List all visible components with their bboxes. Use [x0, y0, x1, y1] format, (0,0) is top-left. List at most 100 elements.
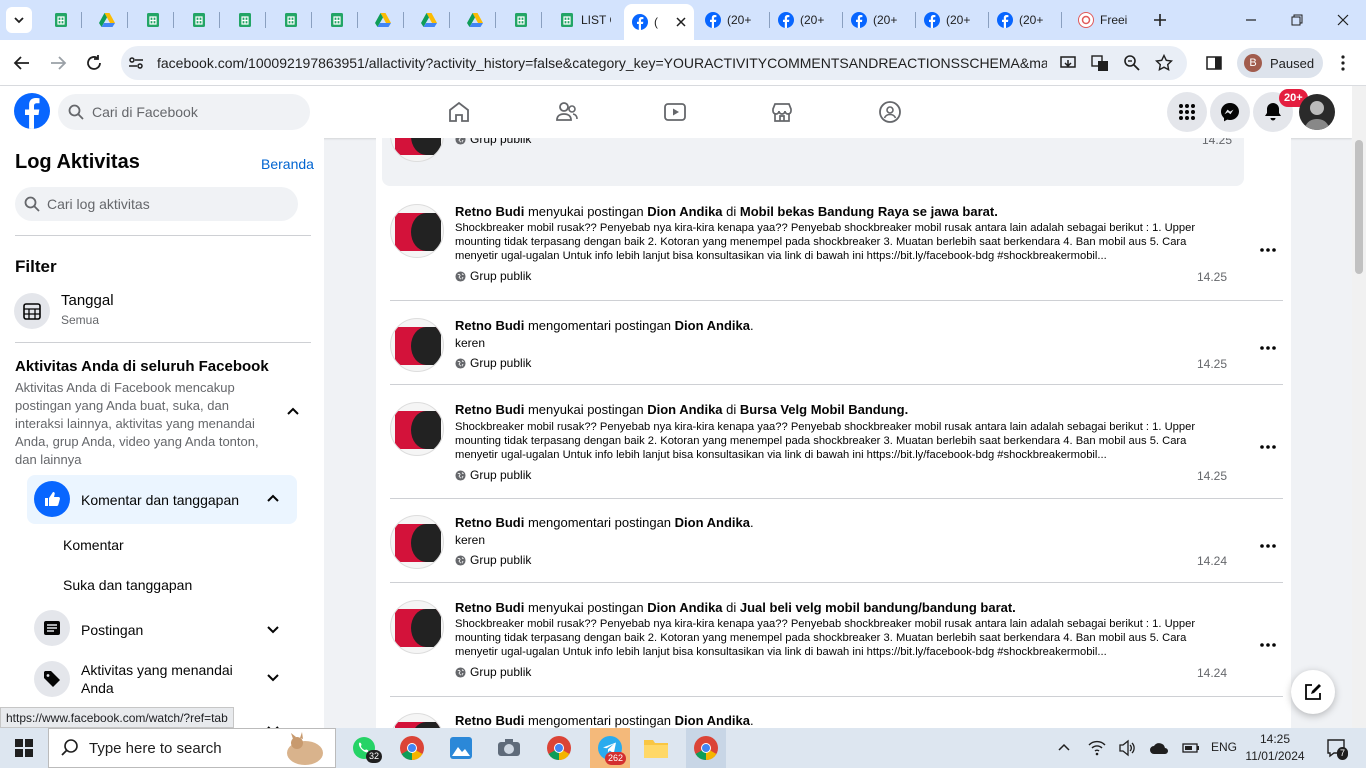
- activity-title-link[interactable]: Dion Andika: [647, 600, 722, 615]
- taskbar-whatsapp[interactable]: 32: [350, 734, 383, 763]
- post-thumbnail[interactable]: [390, 713, 444, 728]
- install-app-icon[interactable]: [1059, 54, 1077, 72]
- taskbar-camera[interactable]: [495, 734, 523, 762]
- taskbar-telegram[interactable]: 262: [590, 728, 630, 768]
- activity-item[interactable]: Retno Budi menyukai postingan Dion Andik…: [390, 583, 1283, 697]
- activity-item[interactable]: Retno Budi mengomentari postingan Dion A…: [390, 301, 1283, 385]
- browser-tab[interactable]: Freei: [1070, 6, 1136, 34]
- account-avatar[interactable]: [1299, 94, 1335, 130]
- browser-tab[interactable]: LIST C: [551, 6, 611, 34]
- browser-tab[interactable]: (: [624, 4, 694, 40]
- marketplace-icon[interactable]: [770, 100, 794, 124]
- address-bar[interactable]: facebook.com/100092197863951/allactivity…: [121, 46, 1187, 80]
- onedrive-button[interactable]: [1145, 734, 1173, 762]
- restore-button[interactable]: [1287, 10, 1307, 30]
- post-thumbnail[interactable]: [390, 402, 444, 456]
- menu-button[interactable]: [1167, 92, 1207, 132]
- facebook-search-input[interactable]: Cari di Facebook: [58, 94, 310, 130]
- network-button[interactable]: [1083, 734, 1111, 762]
- close-window-button[interactable]: [1333, 10, 1353, 30]
- browser-tab[interactable]: [413, 6, 443, 34]
- activity-title-link[interactable]: Dion Andika: [675, 318, 750, 333]
- new-message-button[interactable]: [1291, 670, 1335, 714]
- taskbar-file-explorer[interactable]: [642, 734, 670, 762]
- taskbar-search-input[interactable]: Type here to search: [48, 728, 336, 768]
- taskbar-photos[interactable]: [447, 734, 475, 762]
- browser-tab[interactable]: (20+: [989, 6, 1055, 34]
- volume-button[interactable]: [1113, 734, 1141, 762]
- activity-item[interactable]: Retno Budi mengomentari postingan Dion A…: [390, 499, 1283, 583]
- activity-title-link[interactable]: Dion Andika: [647, 402, 722, 417]
- taskbar-chrome-active[interactable]: [686, 728, 726, 768]
- browser-menu-button[interactable]: [1331, 51, 1355, 75]
- activity-item[interactable]: kerenGrup publik14.25: [382, 138, 1244, 186]
- notification-center-button[interactable]: 7: [1322, 734, 1350, 762]
- reload-button[interactable]: [82, 51, 106, 75]
- post-thumbnail[interactable]: [390, 318, 444, 372]
- activity-log-search-input[interactable]: Cari log aktivitas: [15, 187, 298, 221]
- activity-title-link[interactable]: Mobil bekas Bandung Raya se jawa barat.: [740, 204, 998, 219]
- chevron-up-icon[interactable]: [285, 404, 301, 420]
- browser-tab[interactable]: [275, 6, 305, 34]
- taskbar-clock[interactable]: 14:25 11/01/2024: [1245, 731, 1305, 765]
- more-options-button[interactable]: [1256, 435, 1280, 459]
- chevron-down-icon[interactable]: [265, 669, 281, 685]
- activity-item[interactable]: Retno Budi mengomentari postingan Dion A…: [390, 697, 1283, 728]
- show-hidden-icons-button[interactable]: [1050, 734, 1078, 762]
- more-options-button[interactable]: [1256, 633, 1280, 657]
- home-icon[interactable]: [447, 100, 471, 124]
- post-thumbnail[interactable]: [390, 600, 444, 654]
- tab-search-button[interactable]: [6, 7, 32, 33]
- profile-button[interactable]: B Paused: [1237, 48, 1323, 78]
- facebook-logo[interactable]: [14, 93, 50, 129]
- forward-button[interactable]: [46, 51, 70, 75]
- activity-title-link[interactable]: Dion Andika: [675, 713, 750, 728]
- category-tagged-activity[interactable]: Aktivitas yang menandai Anda: [81, 661, 251, 697]
- browser-tab[interactable]: [367, 6, 397, 34]
- activity-title-link[interactable]: Bursa Velg Mobil Bandung.: [740, 402, 908, 417]
- browser-tab[interactable]: [229, 6, 259, 34]
- activity-title-link[interactable]: Retno Budi: [455, 713, 524, 728]
- taskbar-chrome-profile[interactable]: [545, 734, 573, 762]
- activity-title-link[interactable]: Retno Budi: [455, 600, 524, 615]
- post-thumbnail[interactable]: [390, 204, 444, 258]
- sub-item-comments[interactable]: Komentar: [63, 537, 124, 553]
- date-filter-label[interactable]: Tanggal: [61, 292, 114, 309]
- page-scrollbar[interactable]: [1352, 86, 1366, 728]
- browser-tab[interactable]: (20+: [770, 6, 836, 34]
- sub-item-likes-reactions[interactable]: Suka dan tanggapan: [63, 577, 192, 593]
- more-options-button[interactable]: [1256, 534, 1280, 558]
- browser-tab[interactable]: (20+: [843, 6, 909, 34]
- browser-tab[interactable]: (20+: [916, 6, 982, 34]
- home-link[interactable]: Beranda: [261, 156, 314, 172]
- browser-tab[interactable]: [137, 6, 167, 34]
- start-button[interactable]: [10, 734, 38, 762]
- more-options-button[interactable]: [1256, 238, 1280, 262]
- messenger-button[interactable]: [1210, 92, 1250, 132]
- activity-title-link[interactable]: Dion Andika: [647, 204, 722, 219]
- browser-tab[interactable]: [459, 6, 489, 34]
- star-icon[interactable]: [1155, 54, 1173, 72]
- chevron-down-icon[interactable]: [265, 721, 281, 728]
- battery-button[interactable]: [1177, 734, 1205, 762]
- browser-tab[interactable]: [321, 6, 351, 34]
- groups-icon[interactable]: [878, 100, 902, 124]
- date-filter-button[interactable]: [14, 293, 50, 329]
- activity-title-link[interactable]: Retno Budi: [455, 204, 524, 219]
- browser-tab[interactable]: (20+: [697, 6, 763, 34]
- friends-icon[interactable]: [555, 100, 579, 124]
- activity-title-link[interactable]: Retno Budi: [455, 515, 524, 530]
- site-settings-icon[interactable]: [127, 54, 145, 72]
- activity-title-link[interactable]: Dion Andika: [675, 515, 750, 530]
- browser-tab[interactable]: [45, 6, 75, 34]
- category-comments-reactions[interactable]: Komentar dan tanggapan: [27, 475, 297, 524]
- activity-item[interactable]: Retno Budi menyukai postingan Dion Andik…: [390, 187, 1283, 301]
- minimize-button[interactable]: [1241, 10, 1261, 30]
- category-posts[interactable]: Postingan: [81, 622, 143, 638]
- side-panel-button[interactable]: [1202, 51, 1226, 75]
- close-tab-icon[interactable]: [676, 17, 686, 27]
- activity-title-link[interactable]: Retno Budi: [455, 318, 524, 333]
- zoom-icon[interactable]: [1123, 54, 1141, 72]
- url-text[interactable]: facebook.com/100092197863951/allactivity…: [157, 55, 1047, 71]
- watch-icon[interactable]: [663, 100, 687, 124]
